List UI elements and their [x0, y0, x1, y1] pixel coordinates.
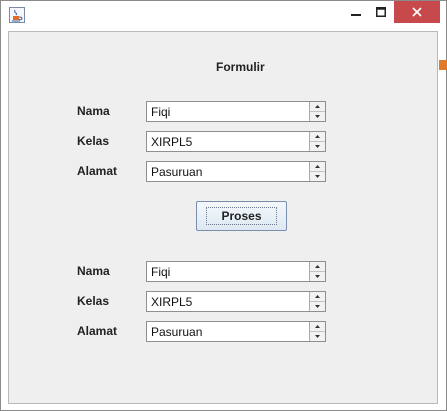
- arrow-up-icon: [315, 265, 320, 268]
- output-kelas-label: Kelas: [77, 294, 110, 308]
- output-nama-label: Nama: [77, 264, 110, 278]
- spinner-buttons: [309, 322, 325, 341]
- arrow-down-icon: [315, 275, 320, 278]
- spinner-down-button[interactable]: [310, 272, 325, 281]
- output-kelas-spinner[interactable]: XIRPL5: [146, 291, 326, 312]
- arrow-down-icon: [315, 335, 320, 338]
- title-bar[interactable]: [1, 1, 446, 29]
- nama-input-value[interactable]: Fiqi: [151, 105, 170, 119]
- alamat-label: Alamat: [77, 164, 118, 178]
- spinner-buttons: [309, 102, 325, 121]
- arrow-down-icon: [315, 305, 320, 308]
- arrow-down-icon: [315, 115, 320, 118]
- proses-button-label: Proses: [206, 207, 277, 225]
- spinner-up-button[interactable]: [310, 132, 325, 142]
- arrow-up-icon: [315, 135, 320, 138]
- alamat-input-spinner[interactable]: Pasuruan: [146, 161, 326, 182]
- spinner-up-button[interactable]: [310, 102, 325, 112]
- kelas-label: Kelas: [77, 134, 110, 148]
- maximize-button[interactable]: [369, 1, 393, 23]
- spinner-buttons: [309, 292, 325, 311]
- spinner-buttons: [309, 162, 325, 181]
- maximize-icon: [376, 7, 386, 17]
- spinner-down-button[interactable]: [310, 142, 325, 151]
- nama-input-spinner[interactable]: Fiqi: [146, 101, 326, 122]
- output-alamat-value[interactable]: Pasuruan: [151, 325, 202, 339]
- close-button[interactable]: [394, 1, 440, 23]
- spinner-down-button[interactable]: [310, 302, 325, 311]
- output-nama-spinner[interactable]: Fiqi: [146, 261, 326, 282]
- output-nama-value[interactable]: Fiqi: [151, 265, 170, 279]
- spinner-buttons: [309, 132, 325, 151]
- arrow-down-icon: [315, 145, 320, 148]
- arrow-up-icon: [315, 165, 320, 168]
- output-alamat-spinner[interactable]: Pasuruan: [146, 321, 326, 342]
- java-cup-icon: [9, 7, 25, 23]
- spinner-up-button[interactable]: [310, 292, 325, 302]
- background-window-edge: [439, 60, 447, 70]
- arrow-down-icon: [315, 175, 320, 178]
- alamat-input-value[interactable]: Pasuruan: [151, 165, 202, 179]
- spinner-down-button[interactable]: [310, 172, 325, 181]
- spinner-up-button[interactable]: [310, 322, 325, 332]
- nama-label: Nama: [77, 104, 110, 118]
- proses-button[interactable]: Proses: [196, 201, 287, 231]
- spinner-down-button[interactable]: [310, 332, 325, 341]
- kelas-input-value[interactable]: XIRPL5: [151, 135, 192, 149]
- kelas-input-spinner[interactable]: XIRPL5: [146, 131, 326, 152]
- form-title: Formulir: [216, 60, 265, 74]
- minimize-button[interactable]: [344, 1, 368, 23]
- spinner-buttons: [309, 262, 325, 281]
- output-kelas-value[interactable]: XIRPL5: [151, 295, 192, 309]
- spinner-up-button[interactable]: [310, 262, 325, 272]
- minimize-icon: [351, 14, 361, 16]
- spinner-down-button[interactable]: [310, 112, 325, 121]
- spinner-up-button[interactable]: [310, 162, 325, 172]
- output-alamat-label: Alamat: [77, 324, 118, 338]
- arrow-up-icon: [315, 295, 320, 298]
- close-icon: [412, 7, 422, 17]
- arrow-up-icon: [315, 325, 320, 328]
- arrow-up-icon: [315, 105, 320, 108]
